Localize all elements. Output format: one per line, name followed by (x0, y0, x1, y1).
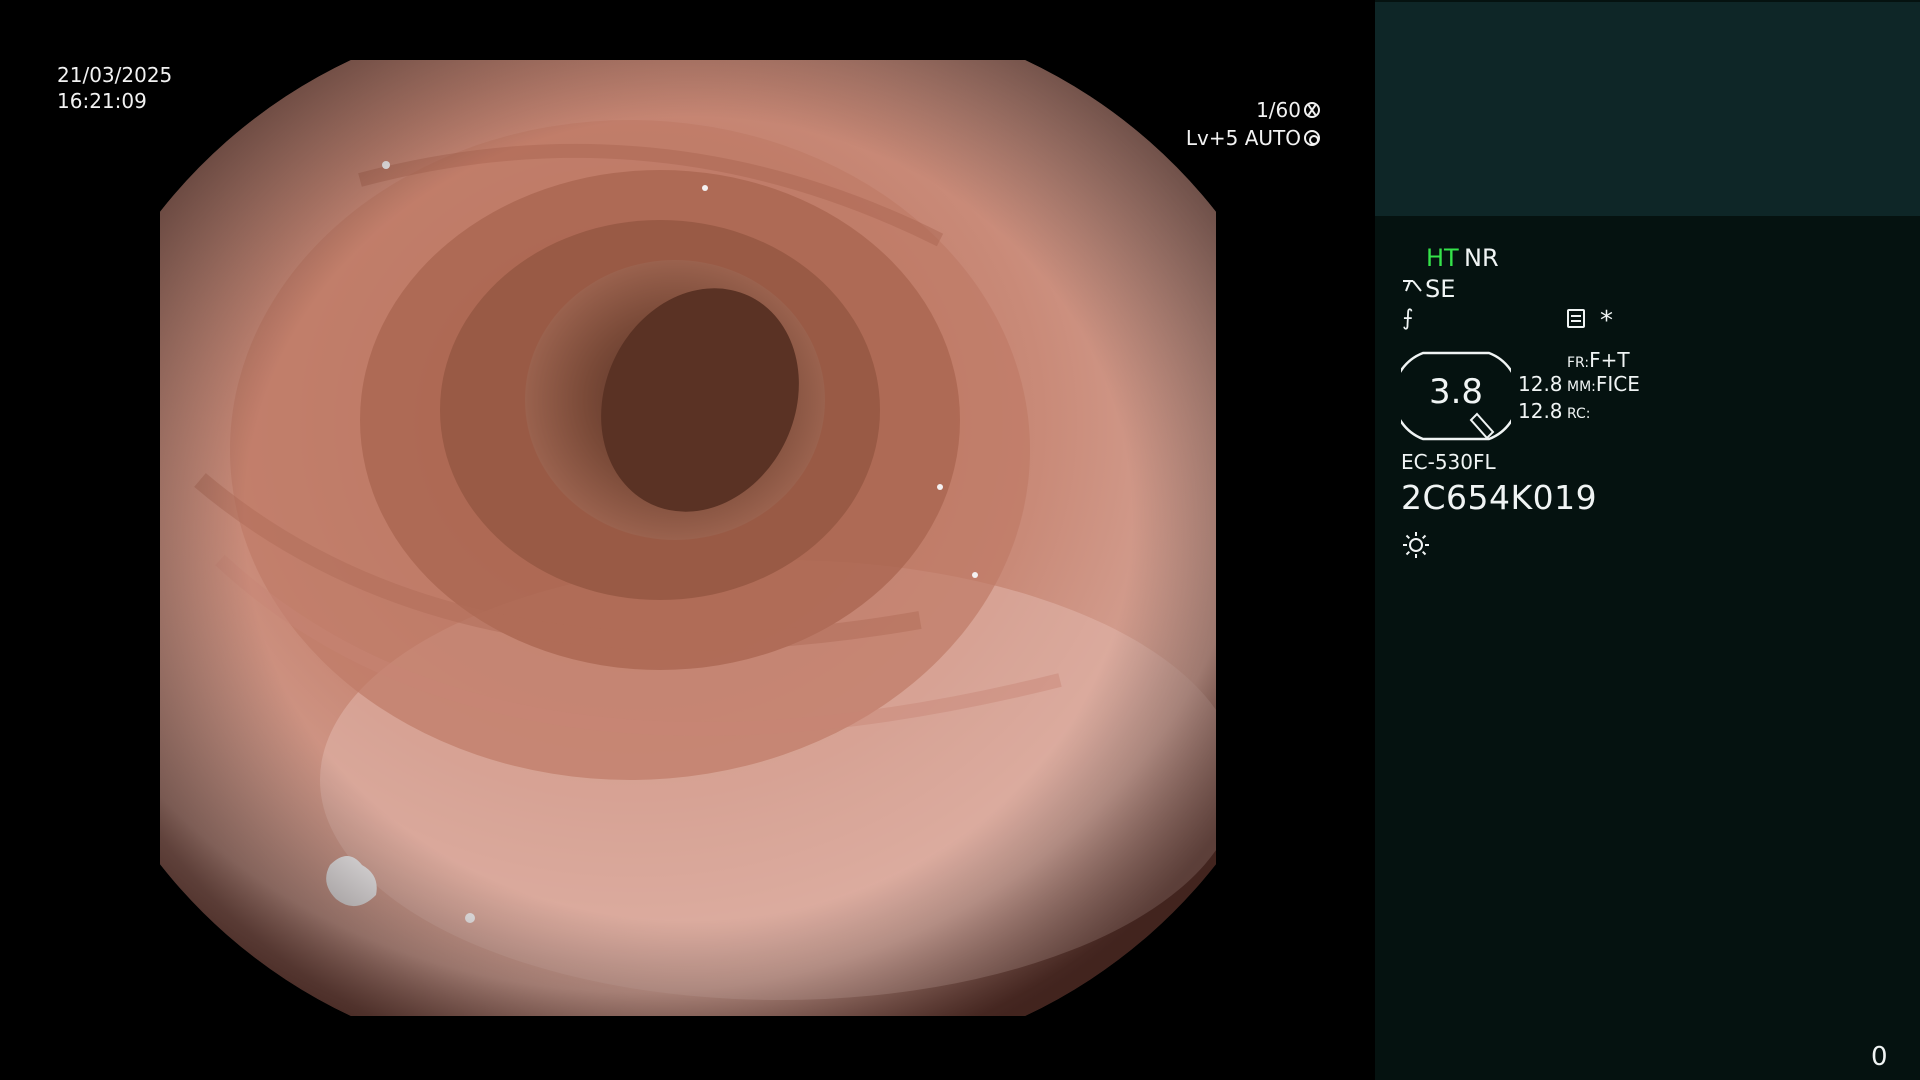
rc-row: RC: (1567, 399, 1591, 423)
light-icon (1403, 532, 1429, 558)
menu-icon (1567, 309, 1585, 328)
shutter-speed: 1/60 (1256, 98, 1301, 122)
scope-model: EC-530FL (1401, 450, 1496, 474)
info-panel: HT NR SE ⨍ * 3.8 12.8 12.8 FR:F+T MM:FIC… (1375, 0, 1920, 1080)
mm-label: MM: (1567, 379, 1596, 395)
shutter-row: 1/60 (1090, 96, 1320, 124)
endoscope-screen: 21/03/2025 16:21:09 1/60 Lv+5 AUTO HT NR… (0, 0, 1920, 1080)
thumbnail-area (1375, 2, 1920, 216)
date-display: 21/03/2025 (57, 63, 173, 87)
level-row: Lv+5 AUTO (1090, 124, 1320, 152)
fr-value: F+T (1589, 348, 1630, 372)
shutter-icon (1304, 102, 1320, 118)
asterisk-mark: * (1600, 306, 1613, 336)
value-2: 12.8 (1518, 399, 1563, 423)
se-indicator: SE (1425, 275, 1456, 303)
ht-indicator: HT (1426, 244, 1459, 272)
iris-icon (1304, 130, 1320, 146)
mm-value: FICE (1595, 372, 1640, 396)
nr-indicator: NR (1464, 244, 1499, 272)
fr-label: FR: (1567, 355, 1590, 371)
scope-serial: 2C654K019 (1401, 478, 1598, 517)
gauge-value: 3.8 (1428, 372, 1484, 412)
image-counter: 0 (1871, 1042, 1888, 1072)
value-1: 12.8 (1518, 372, 1563, 396)
fr-row: FR:F+T (1567, 348, 1630, 372)
exposure-info: 1/60 Lv+5 AUTO (1090, 96, 1320, 152)
endoscopic-image (160, 60, 1216, 1016)
mm-row: MM:FICE (1567, 372, 1640, 396)
rc-label: RC: (1567, 406, 1591, 422)
se-icon (1403, 280, 1422, 292)
brightness-level: Lv+5 AUTO (1185, 126, 1301, 150)
endoscope-video-area: 21/03/2025 16:21:09 1/60 Lv+5 AUTO (0, 0, 1375, 1080)
f-symbol: ⨍ (1402, 306, 1414, 331)
time-display: 16:21:09 (57, 89, 147, 113)
